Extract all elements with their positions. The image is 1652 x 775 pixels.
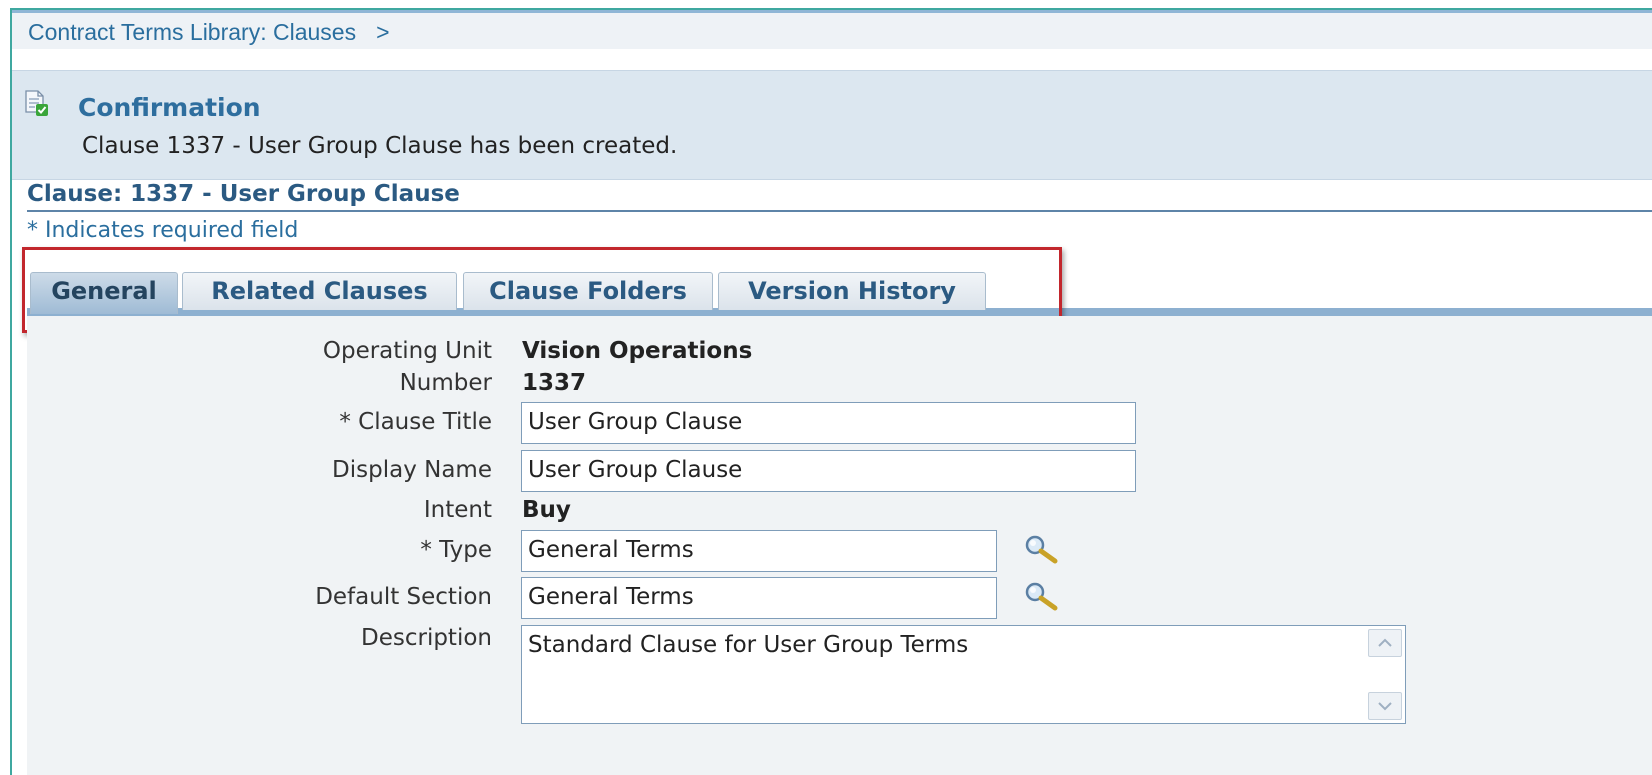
clause-title-input[interactable]: User Group Clause xyxy=(521,402,1136,444)
operating-unit-label: Operating Unit xyxy=(322,338,492,364)
default-section-label: Default Section xyxy=(315,584,492,610)
header-divider xyxy=(27,210,1652,212)
intent-label: Intent xyxy=(423,497,492,523)
page-title: Clause: 1337 - User Group Clause xyxy=(27,181,460,207)
description-textarea[interactable]: Standard Clause for User Group Terms xyxy=(521,625,1406,724)
clause-title-label: * Clause Title xyxy=(339,409,492,435)
tab-clause-folders[interactable]: Clause Folders xyxy=(463,272,713,310)
display-name-input[interactable]: User Group Clause xyxy=(521,450,1136,492)
required-field-note: * Indicates required field xyxy=(27,218,299,243)
document-check-icon xyxy=(24,90,50,118)
scroll-down-button[interactable] xyxy=(1368,692,1402,720)
intent-value: Buy xyxy=(522,497,571,523)
display-name-label: Display Name xyxy=(332,457,492,483)
breadcrumb: Contract Terms Library: Clauses > xyxy=(12,13,1652,49)
tab-version-history[interactable]: Version History xyxy=(718,272,986,310)
number-label: Number xyxy=(399,370,492,396)
tab-related-clauses[interactable]: Related Clauses xyxy=(182,272,457,310)
confirmation-message-box: Confirmation Clause 1337 - User Group Cl… xyxy=(12,70,1652,180)
search-icon[interactable] xyxy=(1024,581,1060,613)
scroll-up-button[interactable] xyxy=(1368,629,1402,657)
description-text: Standard Clause for User Group Terms xyxy=(528,632,969,658)
type-input[interactable]: General Terms xyxy=(521,530,997,572)
search-icon[interactable] xyxy=(1024,534,1060,566)
type-label: * Type xyxy=(420,537,492,563)
tab-general[interactable]: General xyxy=(30,272,178,314)
number-value: 1337 xyxy=(522,370,587,396)
description-label: Description xyxy=(361,625,492,651)
operating-unit-value: Vision Operations xyxy=(522,338,753,364)
breadcrumb-link-clauses[interactable]: Contract Terms Library: Clauses xyxy=(28,19,356,45)
breadcrumb-separator: > xyxy=(376,19,390,45)
confirmation-title: Confirmation xyxy=(78,93,261,122)
confirmation-text: Clause 1337 - User Group Clause has been… xyxy=(82,133,678,159)
default-section-input[interactable]: General Terms xyxy=(521,577,997,619)
